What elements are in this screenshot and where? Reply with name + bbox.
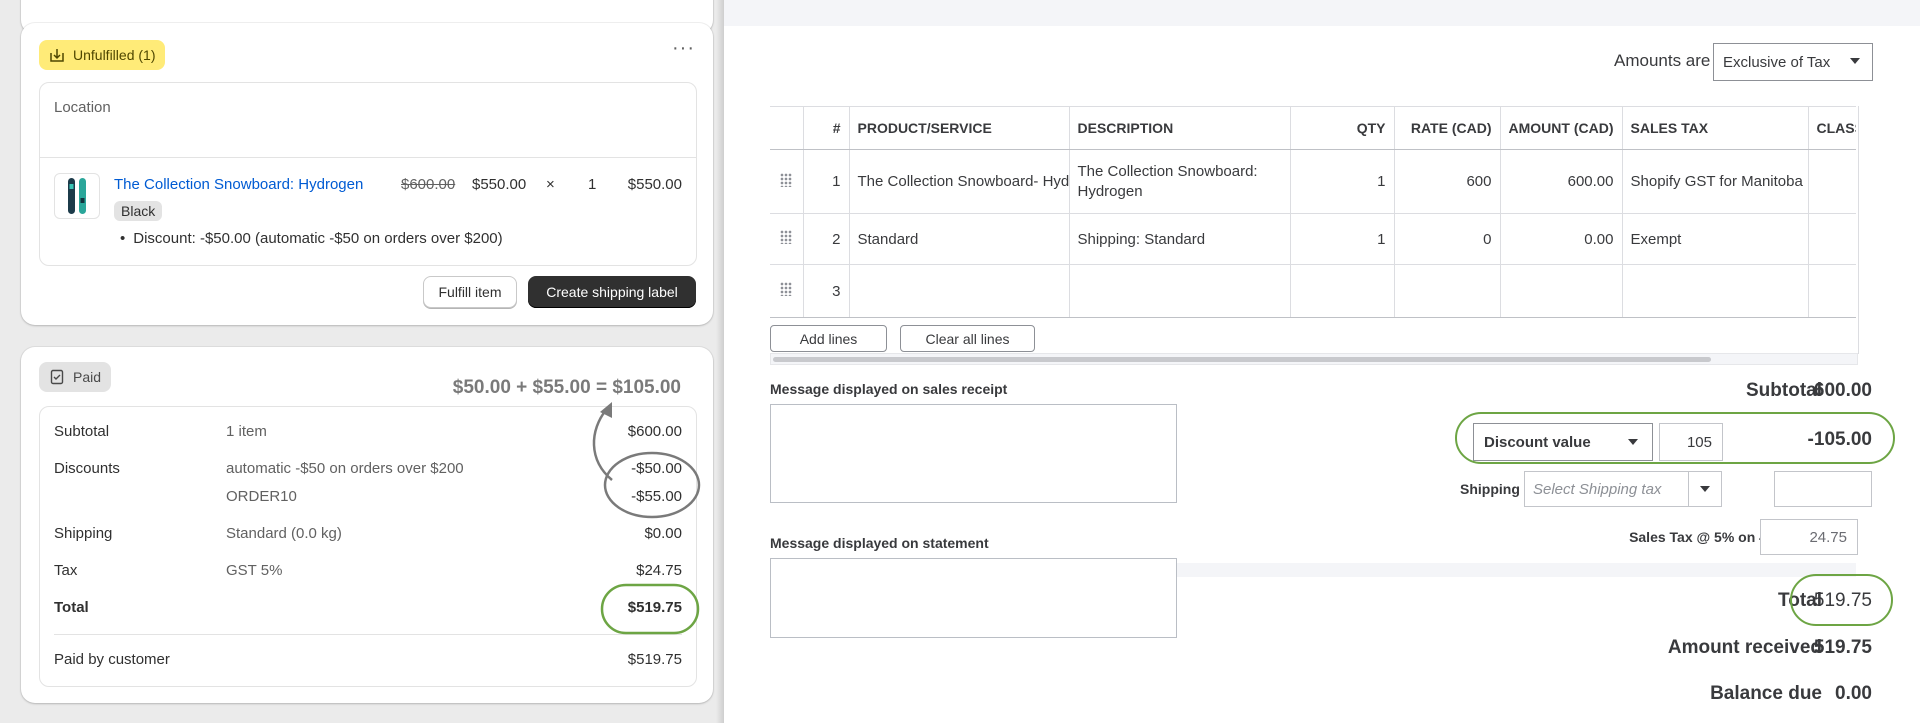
line-number: 3 [803,264,850,318]
shipping-tax-placeholder: Select Shipping tax [1533,480,1662,498]
discounts-circle-annotation [603,451,701,519]
msg-statement-label: Message displayed on statement [770,535,989,551]
line-rate[interactable] [1394,264,1501,318]
shipping-tax-label: Shipping [1460,481,1520,497]
col-header-amount: AMOUNT (CAD) [1500,106,1623,150]
col-header-rate: RATE (CAD) [1394,106,1501,150]
line-description[interactable]: The Collection Snowboard: Hydrogen [1069,149,1291,214]
table-row[interactable]: 3 [770,264,1856,318]
line-description[interactable]: Shipping: Standard [1069,213,1291,265]
shopify-order-panel: Unfulfilled (1) ··· Location The Collect… [0,0,724,723]
annotation-overlay [592,402,701,635]
line-qty[interactable]: 1 [1290,213,1395,265]
line-product[interactable]: Standard [849,213,1070,265]
msg-receipt-textarea[interactable] [770,404,1177,503]
table-header-row: # PRODUCT/SERVICE DESCRIPTION QTY RATE (… [770,106,1856,150]
total-circle-annotation [600,583,700,635]
discount-row-annotation [1455,412,1895,464]
line-number: 1 [803,149,850,214]
balance-due-value: 0.00 [1835,683,1872,704]
line-sales-tax[interactable] [1622,264,1809,318]
table-row[interactable]: 2 Standard Shipping: Standard 1 0 0.00 E… [770,213,1856,265]
chevron-down-icon [1700,486,1710,492]
subtotal-value: 600.00 [1813,380,1872,401]
line-rate[interactable]: 600 [1394,149,1501,214]
col-header-qty: QTY [1290,106,1395,150]
line-qty[interactable]: 1 [1290,149,1395,214]
line-qty[interactable] [1290,264,1395,318]
line-class[interactable] [1808,213,1856,265]
msg-statement-textarea[interactable] [770,558,1177,638]
line-class[interactable] [1808,149,1856,214]
line-amount[interactable]: 600.00 [1500,149,1623,214]
scrollbar-thumb[interactable] [773,357,1711,362]
drag-column-header [770,106,804,150]
msg-receipt-label: Message displayed on sales receipt [770,381,1008,397]
line-description[interactable] [1069,264,1291,318]
drag-handle[interactable] [770,264,804,318]
drag-handle-icon [780,282,793,296]
col-header-class: CLASS [1808,106,1856,150]
shipping-amount-input[interactable] [1774,471,1872,507]
top-strip [724,0,1920,26]
chevron-down-icon [1850,58,1860,64]
drag-handle-icon [780,172,793,187]
add-lines-button[interactable]: Add lines [770,325,887,352]
line-items-table: # PRODUCT/SERVICE DESCRIPTION QTY RATE (… [770,106,1856,318]
col-header-sales-tax: SALES TAX [1622,106,1809,150]
shipping-tax-select[interactable]: Select Shipping tax [1524,471,1722,507]
horizontal-scrollbar[interactable] [770,353,1858,365]
line-product[interactable]: The Collection Snowboard- Hydrogen [849,149,1070,214]
line-amount[interactable] [1500,264,1623,318]
totals-divider-band [1177,563,1856,577]
line-class[interactable] [1808,264,1856,318]
drag-handle[interactable] [770,213,804,265]
line-sales-tax[interactable]: Exempt [1622,213,1809,265]
col-header-number: # [803,106,850,150]
quickbooks-receipt-panel: Amounts are Exclusive of Tax # PRODUCT/S… [716,0,1920,723]
amounts-are-value: Exclusive of Tax [1723,53,1831,71]
drag-handle[interactable] [770,149,804,214]
table-row[interactable]: 1 The Collection Snowboard- Hydrogen The… [770,149,1856,214]
total-annotation [1790,574,1893,626]
clear-all-lines-button[interactable]: Clear all lines [900,325,1035,352]
line-number: 2 [803,213,850,265]
shipping-tax-dropdown-button[interactable] [1688,472,1721,506]
amount-received-value: 519.75 [1813,637,1872,658]
drag-handle-icon [780,230,793,244]
col-header-description: DESCRIPTION [1069,106,1291,150]
line-product[interactable] [849,264,1070,318]
panel-shadow [716,0,724,723]
line-rate[interactable]: 0 [1394,213,1501,265]
table-right-edge [1858,106,1859,354]
line-sales-tax[interactable]: Shopify GST for Manitoba [1622,149,1809,214]
sales-tax-amount-input[interactable]: 24.75 [1760,519,1858,555]
line-amount[interactable]: 0.00 [1500,213,1623,265]
amounts-are-select[interactable]: Exclusive of Tax [1713,43,1873,81]
col-header-product: PRODUCT/SERVICE [849,106,1070,150]
amounts-are-label: Amounts are [1614,51,1711,70]
